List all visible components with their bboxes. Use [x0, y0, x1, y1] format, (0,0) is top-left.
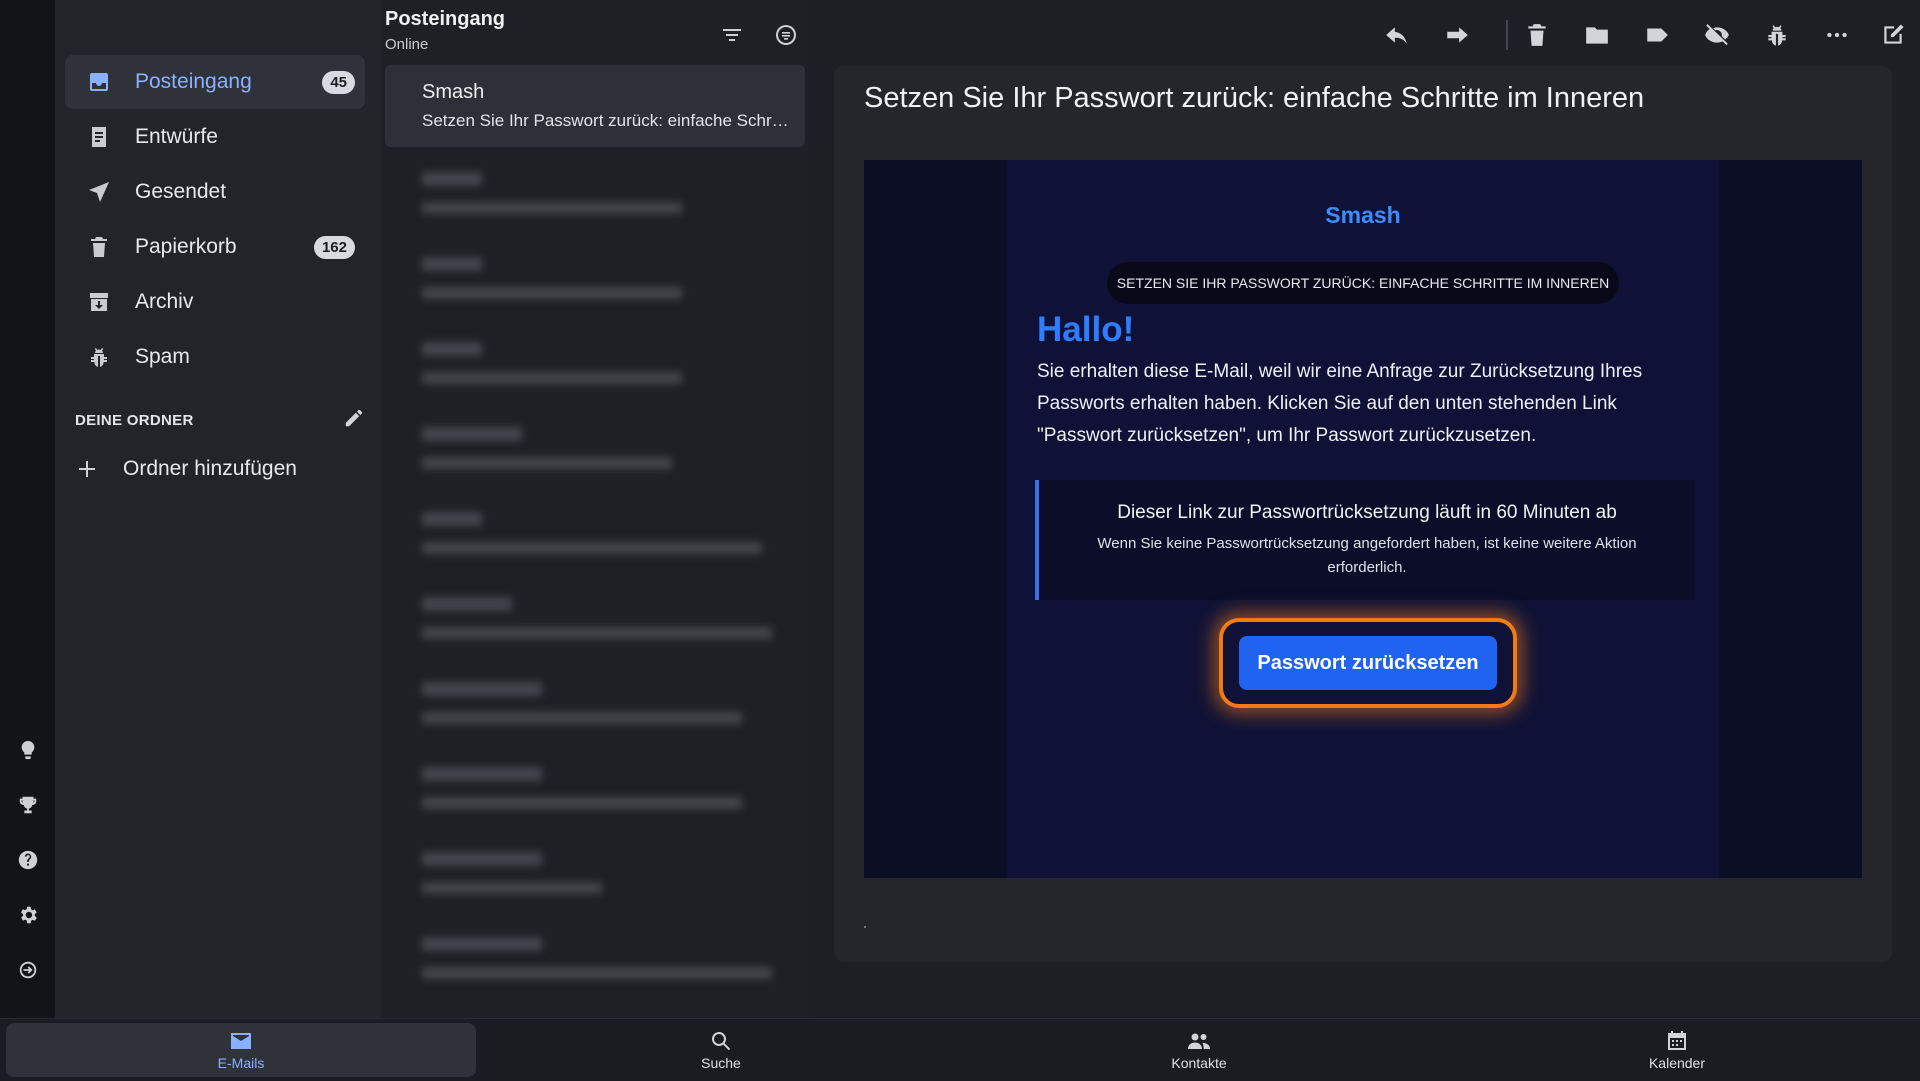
- mail-icon: [231, 1033, 251, 1049]
- list-item-blurred[interactable]: [385, 745, 805, 827]
- contacts-people-icon: [1188, 1033, 1210, 1049]
- search-icon: [712, 1032, 731, 1051]
- footer-dot: [864, 926, 866, 928]
- reset-password-button[interactable]: Passwort zurücksetzen: [1239, 636, 1497, 690]
- sidebar-item-archive[interactable]: Archiv: [65, 275, 365, 329]
- message-title: Setzen Sie Ihr Passwort zurück: einfache…: [864, 82, 1645, 114]
- message-toolbar: [1380, 14, 1910, 54]
- folders-title: DEINE ORDNER: [75, 411, 194, 429]
- mail-sender: Smash: [422, 81, 485, 103]
- list-item-blurred[interactable]: [385, 915, 805, 997]
- sidebar-item-label: Posteingang: [135, 70, 252, 93]
- sidebar-item-drafts[interactable]: Entwürfe: [65, 110, 365, 164]
- lightbulb-icon[interactable]: [14, 736, 42, 764]
- more-options-icon[interactable]: [1820, 18, 1854, 52]
- draft-document-icon: [85, 123, 113, 151]
- sidebar-item-label: Gesendet: [135, 180, 227, 203]
- list-item-selected[interactable]: Smash Setzen Sie Ihr Passwort zurück: ei…: [385, 65, 805, 147]
- mark-unread-eye-off-icon[interactable]: [1700, 18, 1734, 52]
- list-header: Posteingang Online: [385, 8, 805, 56]
- subject-banner: SETZEN SIE IHR PASSWORT ZURÜCK: EINFACHE…: [1107, 262, 1619, 304]
- edit-pencil-icon[interactable]: [343, 407, 365, 434]
- message-list: Posteingang Online Smash Setzen Sie Ihr …: [381, 0, 809, 1018]
- reply-icon[interactable]: [1380, 18, 1414, 52]
- email-body: Smash SETZEN SIE IHR PASSWORT ZURÜCK: EI…: [864, 160, 1862, 878]
- bottom-tab-bar: E-Mails Suche Kontakte Kalender: [0, 1018, 1920, 1081]
- email-content: Smash SETZEN SIE IHR PASSWORT ZURÜCK: EI…: [1007, 160, 1719, 878]
- brand-name: Smash: [1325, 202, 1401, 228]
- list-item-blurred[interactable]: [385, 150, 805, 232]
- list-item-blurred[interactable]: [385, 490, 805, 572]
- forward-icon[interactable]: [1440, 18, 1474, 52]
- reading-pane: Setzen Sie Ihr Passwort zurück: einfache…: [834, 66, 1892, 962]
- trophy-icon[interactable]: [14, 791, 42, 819]
- add-folder-label: Ordner hinzufügen: [123, 457, 297, 480]
- send-icon: [85, 178, 113, 206]
- notice-title: Dieser Link zur Passwortrücksetzung läuf…: [1117, 502, 1617, 523]
- list-item-blurred[interactable]: [385, 830, 805, 912]
- list-item-blurred[interactable]: [385, 575, 805, 657]
- greeting: Hallo!: [1037, 310, 1135, 349]
- delete-trash-icon[interactable]: [1520, 18, 1554, 52]
- sidebar-item-inbox[interactable]: Posteingang 45: [65, 55, 365, 109]
- unread-count-badge: 45: [322, 70, 355, 94]
- tab-contacts[interactable]: Kontakte: [964, 1023, 1434, 1077]
- list-item-blurred[interactable]: [385, 235, 805, 317]
- sidebar-item-label: Papierkorb: [135, 235, 237, 258]
- icon-rail: [0, 0, 55, 1018]
- connection-status: Online: [385, 36, 429, 53]
- sidebar-item-trash[interactable]: Papierkorb 162: [65, 220, 365, 274]
- toolbar-divider: [1506, 20, 1508, 50]
- trash-count-badge: 162: [313, 235, 355, 259]
- tab-search[interactable]: Suche: [486, 1023, 956, 1077]
- notice-text: Wenn Sie keine Passwortrücksetzung angef…: [1097, 535, 1637, 576]
- filter-icon[interactable]: [717, 20, 747, 50]
- list-title: Posteingang: [385, 8, 506, 30]
- trash-icon: [85, 233, 113, 261]
- tab-emails[interactable]: E-Mails: [6, 1023, 476, 1077]
- sidebar-item-label: Spam: [135, 345, 190, 368]
- folders-section-header: DEINE ORDNER: [75, 408, 365, 432]
- add-folder-button[interactable]: Ordner hinzufügen: [75, 452, 297, 486]
- mail-subject: Setzen Sie Ihr Passwort zurück: einfache…: [422, 111, 792, 130]
- tab-calendar[interactable]: Kalender: [1442, 1023, 1912, 1077]
- cta-highlight-ring: Passwort zurücksetzen: [1219, 618, 1517, 708]
- folder-sidebar: Posteingang 45 Entwürfe Gesendet Papierk…: [55, 0, 381, 1018]
- sidebar-item-sent[interactable]: Gesendet: [65, 165, 365, 219]
- plus-icon: [79, 461, 95, 477]
- label-tag-icon[interactable]: [1640, 18, 1674, 52]
- intro-text: Sie erhalten diese E-Mail, weil wir eine…: [1037, 361, 1643, 446]
- logout-icon[interactable]: [14, 956, 42, 984]
- list-item-blurred[interactable]: [385, 320, 805, 402]
- compose-icon[interactable]: [1876, 18, 1910, 52]
- select-mode-icon[interactable]: [771, 20, 801, 50]
- list-item-blurred[interactable]: [385, 660, 805, 742]
- help-icon[interactable]: [14, 846, 42, 874]
- move-folder-icon[interactable]: [1580, 18, 1614, 52]
- list-item-blurred[interactable]: [385, 405, 805, 487]
- report-spam-bug-icon[interactable]: [1760, 18, 1794, 52]
- calendar-icon: [1668, 1031, 1686, 1050]
- bug-icon: [85, 343, 113, 371]
- expiry-notice: Dieser Link zur Passwortrücksetzung läuf…: [1035, 480, 1695, 600]
- sidebar-item-label: Archiv: [135, 290, 194, 313]
- archive-icon: [85, 288, 113, 316]
- inbox-icon: [85, 68, 113, 96]
- sidebar-item-spam[interactable]: Spam: [65, 330, 365, 384]
- settings-gear-icon[interactable]: [14, 901, 42, 929]
- sidebar-item-label: Entwürfe: [135, 125, 218, 148]
